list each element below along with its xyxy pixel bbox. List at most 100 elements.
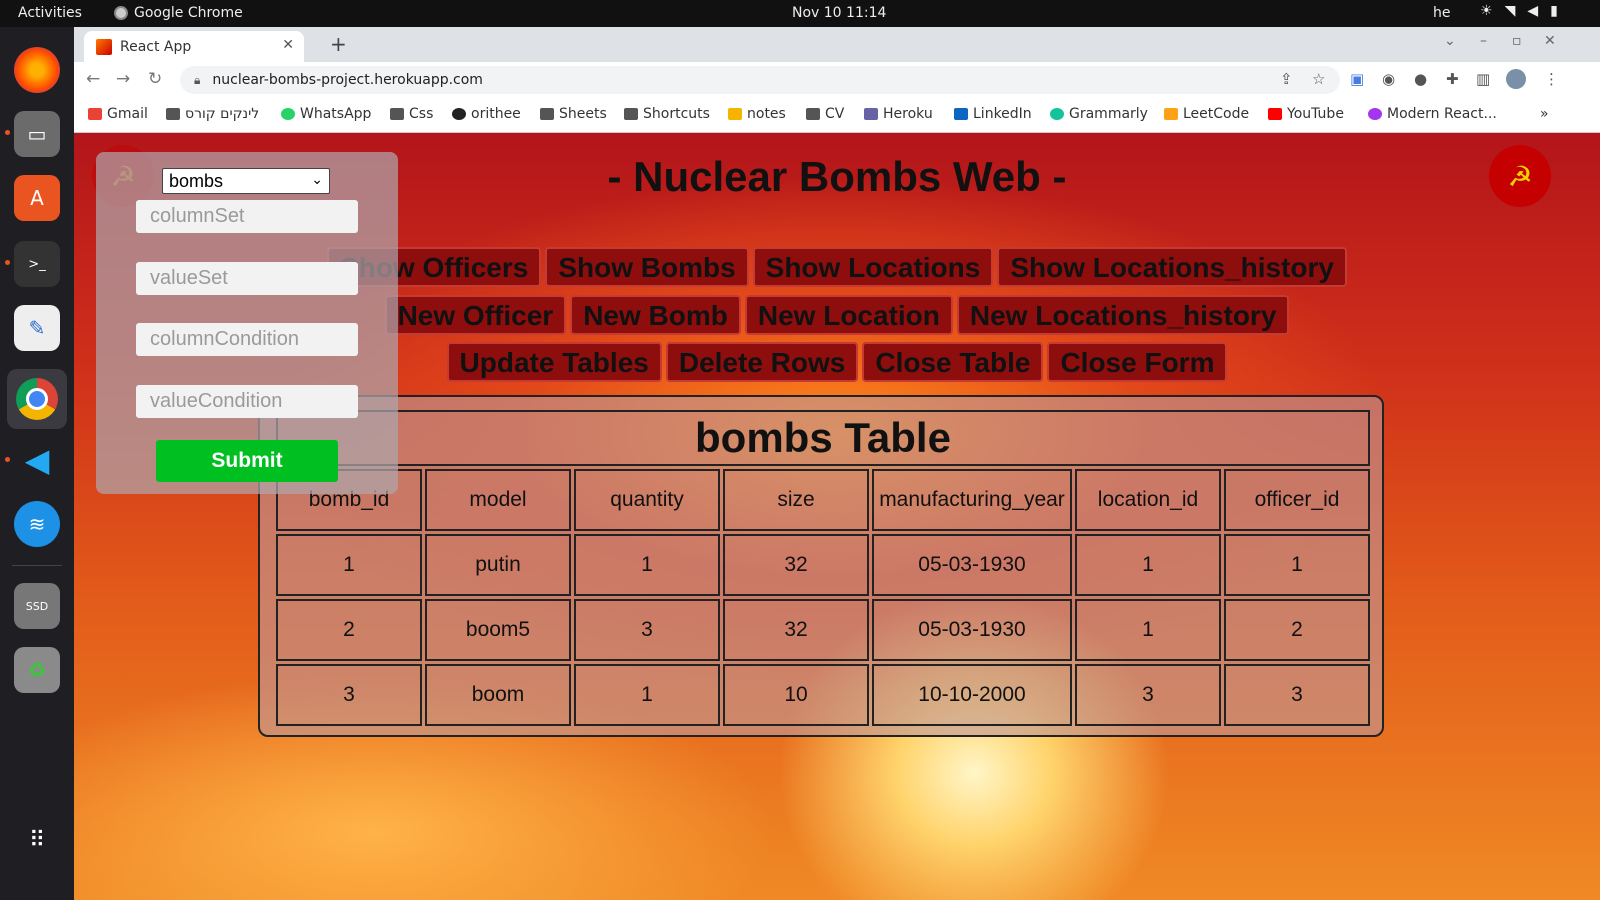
address-bar[interactable]: 🔒︎ nuclear-bombs-project.herokuapp.com xyxy=(180,66,1340,94)
system-tray[interactable]: ☀ ◥ ◀ ▮ xyxy=(1480,3,1558,19)
lock-icon: 🔒︎ xyxy=(194,72,201,87)
column-header: location_id xyxy=(1075,469,1221,531)
bookmark-folder-shortcuts[interactable]: Shortcuts xyxy=(624,106,710,122)
close-window-icon[interactable]: ✕ xyxy=(1544,33,1556,49)
bookmarks-bar: Gmail לינקים קורס WhatsApp Css orithee S… xyxy=(74,98,1600,133)
show-locations-button[interactable]: Show Locations xyxy=(752,247,994,287)
profile-avatar[interactable] xyxy=(1506,69,1526,89)
table-cell: boom5 xyxy=(425,599,571,661)
close-table-button[interactable]: Close Table xyxy=(862,342,1044,382)
value-condition-input[interactable] xyxy=(136,385,358,418)
bookmark-whatsapp[interactable]: WhatsApp xyxy=(281,106,371,122)
bookmark-star-icon[interactable]: ☆ xyxy=(1312,70,1325,88)
bookmark-folder-css[interactable]: Css xyxy=(390,106,433,122)
back-icon[interactable]: ← xyxy=(86,69,100,89)
extensions-puzzle-icon[interactable]: ✚ xyxy=(1446,70,1459,88)
table-cell: 10 xyxy=(723,664,869,726)
files-icon[interactable]: ▭ xyxy=(14,111,60,157)
bookmark-linkedin[interactable]: LinkedIn xyxy=(954,106,1032,122)
side-panel-icon[interactable]: ▥ xyxy=(1476,70,1490,88)
bookmark-folder-cv[interactable]: CV xyxy=(806,106,844,122)
table-select-value: bombs xyxy=(169,170,224,191)
new-bomb-button[interactable]: New Bomb xyxy=(570,295,741,335)
show-bombs-button[interactable]: Show Bombs xyxy=(545,247,749,287)
bookmark-folder-links[interactable]: לינקים קורס xyxy=(166,106,259,122)
close-tab-icon[interactable]: ✕ xyxy=(282,37,294,53)
ssd-drive-icon[interactable]: SSD xyxy=(14,583,60,629)
software-icon[interactable]: A xyxy=(14,175,60,221)
forward-icon[interactable]: → xyxy=(116,69,130,89)
table-cell: 3 xyxy=(1075,664,1221,726)
terminal-icon[interactable]: >_ xyxy=(14,241,60,287)
column-condition-input[interactable] xyxy=(136,323,358,356)
heroku-icon xyxy=(864,108,878,120)
table-cell: 1 xyxy=(574,664,720,726)
docker-icon[interactable]: ≋ xyxy=(14,501,60,547)
chrome-dock-icon[interactable] xyxy=(7,369,67,429)
bookmark-folder-sheets[interactable]: Sheets xyxy=(540,106,607,122)
app-name: Google Chrome xyxy=(134,5,243,21)
bookmark-github[interactable]: orithee xyxy=(452,106,521,122)
bookmark-grammarly[interactable]: Grammarly xyxy=(1050,106,1148,122)
folder-icon xyxy=(624,108,638,120)
bookmark-gmail[interactable]: Gmail xyxy=(88,106,148,122)
keyboard-layout[interactable]: he xyxy=(1433,5,1451,21)
linkedin-icon xyxy=(954,108,968,120)
share-icon[interactable]: ⇪ xyxy=(1280,70,1293,88)
firefox-icon[interactable] xyxy=(14,47,60,93)
browser-tab[interactable]: React App ✕ xyxy=(84,31,304,62)
text-editor-icon[interactable]: ✎ xyxy=(14,305,60,351)
table-cell: 2 xyxy=(276,599,422,661)
new-location-button[interactable]: New Location xyxy=(744,295,953,335)
table-cell: 05-03-1930 xyxy=(872,534,1072,596)
bookmark-modern-react[interactable]: Modern React... xyxy=(1368,106,1497,122)
delete-rows-button[interactable]: Delete Rows xyxy=(665,342,859,382)
column-header: officer_id xyxy=(1224,469,1370,531)
minimize-icon[interactable]: – xyxy=(1480,33,1487,49)
table-cell: 3 xyxy=(574,599,720,661)
activities-button[interactable]: Activities xyxy=(18,5,82,21)
table-cell: 2 xyxy=(1224,599,1370,661)
clock[interactable]: Nov 10 11:14 xyxy=(792,5,886,21)
new-locations-history-button[interactable]: New Locations_history xyxy=(956,295,1290,335)
table-cell: 10-10-2000 xyxy=(872,664,1072,726)
bookmark-heroku[interactable]: Heroku xyxy=(864,106,933,122)
extension-icon[interactable]: ◉ xyxy=(1382,70,1395,88)
menu-icon[interactable]: ⋮ xyxy=(1544,70,1559,88)
new-officer-button[interactable]: New Officer xyxy=(384,295,567,335)
tab-search-icon[interactable]: ⌄ xyxy=(1444,33,1456,49)
new-tab-icon[interactable]: + xyxy=(330,32,347,56)
app-menu[interactable]: Google Chrome xyxy=(114,5,243,21)
extension-ninja-icon[interactable]: ● xyxy=(1414,70,1427,88)
favicon-icon xyxy=(96,38,112,55)
show-apps-icon[interactable]: ⠿ xyxy=(14,817,60,863)
gmail-icon xyxy=(88,108,102,120)
column-header: quantity xyxy=(574,469,720,531)
tab-title: React App xyxy=(120,38,192,55)
value-set-input[interactable] xyxy=(136,262,358,295)
table-select[interactable]: bombs ⌄ xyxy=(162,168,330,194)
folder-icon xyxy=(806,108,820,120)
update-tables-button[interactable]: Update Tables xyxy=(446,342,662,382)
table-row: 3 boom 1 10 10-10-2000 3 3 xyxy=(276,664,1370,726)
column-header: model xyxy=(425,469,571,531)
trash-icon[interactable]: ♻ xyxy=(14,647,60,693)
reload-icon[interactable]: ↻ xyxy=(148,69,162,89)
bookmark-youtube[interactable]: YouTube xyxy=(1268,106,1344,122)
maximize-icon[interactable]: ▫ xyxy=(1512,33,1522,49)
close-form-button[interactable]: Close Form xyxy=(1047,342,1228,382)
more-bookmarks-icon[interactable]: » xyxy=(1540,106,1549,122)
submit-button[interactable]: Submit xyxy=(156,440,338,482)
bookmark-leetcode[interactable]: LeetCode xyxy=(1164,106,1249,122)
folder-icon xyxy=(540,108,554,120)
table-cell: 1 xyxy=(1224,534,1370,596)
grammarly-icon xyxy=(1050,108,1064,120)
chrome-icon xyxy=(114,6,128,20)
vscode-icon[interactable]: ◀ xyxy=(14,437,60,483)
column-set-input[interactable] xyxy=(136,200,358,233)
chrome-logo-icon xyxy=(16,378,58,420)
bookmark-notes[interactable]: notes xyxy=(728,106,786,122)
table-cell: 32 xyxy=(723,599,869,661)
show-locations-history-button[interactable]: Show Locations_history xyxy=(997,247,1347,287)
translate-extension-icon[interactable]: ▣ xyxy=(1350,70,1364,88)
